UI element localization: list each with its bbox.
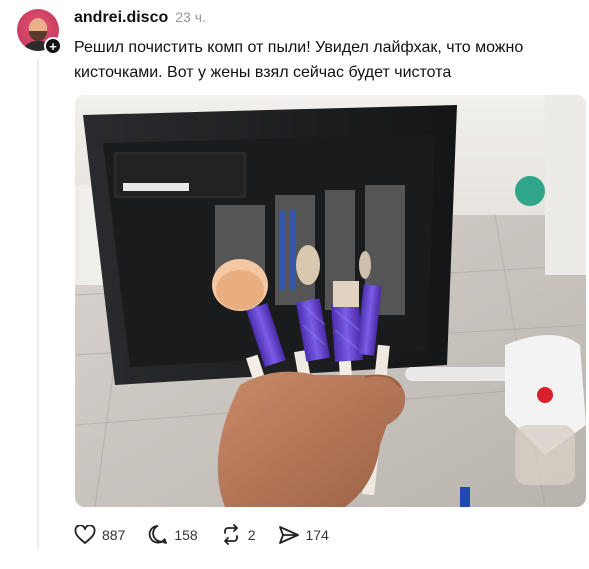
repost-button[interactable]: 2 (220, 524, 256, 545)
post-photo[interactable] (75, 95, 586, 507)
like-button[interactable]: 887 (74, 524, 126, 545)
share-count: 174 (305, 526, 329, 543)
reply-count: 158 (174, 526, 198, 543)
photo-pc-brushes-illustration (75, 95, 586, 507)
send-arrow-icon (278, 525, 299, 544)
post-timestamp[interactable]: 23 ч. (175, 9, 206, 25)
speech-bubble-icon (149, 525, 168, 544)
heart-icon (74, 524, 96, 544)
reply-button[interactable]: 158 (147, 524, 198, 545)
like-count: 887 (102, 526, 126, 543)
post-text: Решил почистить комп от пыли! Увидел лай… (74, 39, 524, 81)
post-card: + andrei.disco 23 ч. Решил почистить ком… (0, 0, 589, 569)
repost-count: 2 (247, 526, 256, 543)
follow-plus-icon[interactable]: + (44, 37, 62, 55)
repost-arrows-icon (223, 524, 238, 545)
author-username[interactable]: andrei.disco (74, 9, 168, 27)
thread-line (37, 60, 39, 550)
post-header: andrei.disco 23 ч. (74, 9, 206, 27)
share-button[interactable]: 174 (278, 525, 329, 545)
action-bar: 887 158 2 174 (74, 524, 351, 545)
